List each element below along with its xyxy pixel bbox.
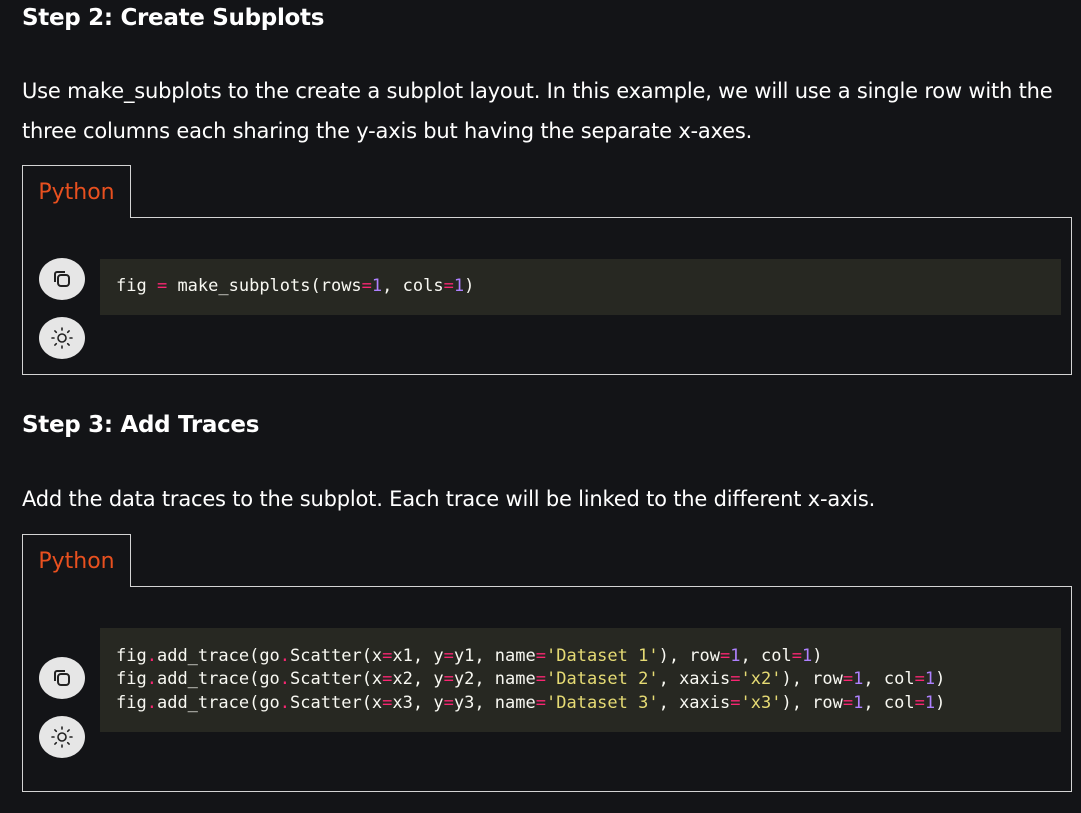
copy-icon — [54, 271, 70, 287]
code-panel-step3: fig.add_trace(go.Scatter(x=x1, y=y1, nam… — [22, 586, 1072, 792]
code-line: fig = make_subplots(rows=1, cols=1) — [116, 276, 475, 297]
code-line: fig.add_trace(go.Scatter(x=x3, y=y3, nam… — [116, 692, 946, 713]
code-block-step2[interactable]: fig = make_subplots(rows=1, cols=1) — [100, 259, 1061, 315]
copy-button[interactable] — [39, 657, 85, 699]
step3-heading: Step 3: Add Traces — [22, 412, 260, 438]
step2-description: Use make_subplots to the create a subplo… — [22, 79, 1053, 143]
code-line: fig.add_trace(go.Scatter(x=x1, y=y1, nam… — [116, 645, 823, 666]
copy-button[interactable] — [39, 258, 85, 300]
code-line: fig.add_trace(go.Scatter(x=x2, y=y2, nam… — [116, 669, 946, 690]
sun-icon — [51, 327, 73, 349]
copy-icon — [54, 670, 70, 686]
code-block-step3[interactable]: fig.add_trace(go.Scatter(x=x1, y=y1, nam… — [100, 628, 1061, 732]
theme-toggle-button[interactable] — [39, 317, 85, 359]
code-panel-step2: fig = make_subplots(rows=1, cols=1) — [22, 217, 1072, 375]
step3-description: Add the data traces to the subplot. Each… — [22, 487, 876, 511]
sun-icon — [51, 726, 73, 748]
tab-python-step2[interactable]: Python — [22, 165, 131, 218]
tab-python-step3[interactable]: Python — [22, 534, 131, 587]
theme-toggle-button[interactable] — [39, 716, 85, 758]
step2-heading: Step 2: Create Subplots — [22, 5, 325, 31]
